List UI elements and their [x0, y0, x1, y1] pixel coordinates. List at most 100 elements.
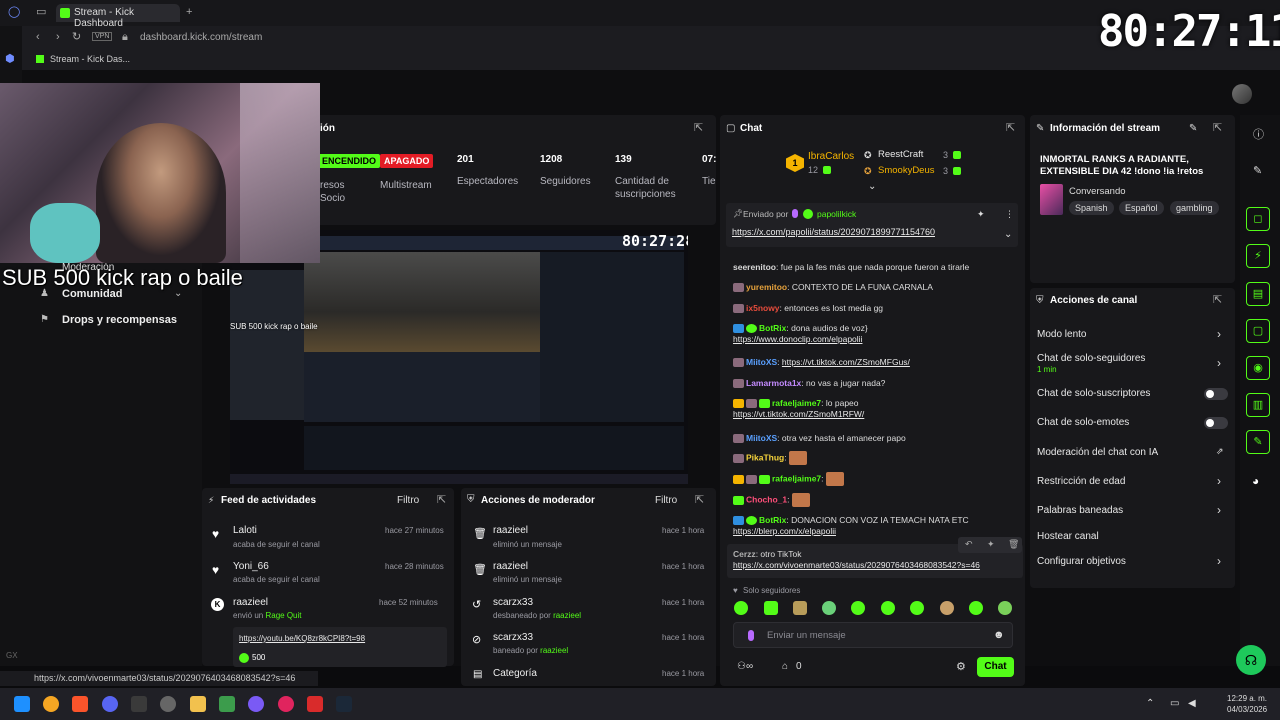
rail-layout-button[interactable]: ▥: [1246, 393, 1270, 417]
activity-user[interactable]: raazieel: [233, 597, 268, 608]
pencil-icon[interactable]: ✎: [1253, 164, 1262, 177]
taskbar-app-icon[interactable]: [248, 696, 264, 712]
obs-icon[interactable]: [160, 696, 176, 712]
chevron-right-icon[interactable]: ›: [1217, 356, 1221, 370]
edit-icon[interactable]: ✎: [1189, 123, 1197, 134]
tray-chevron-icon[interactable]: ⌃: [1146, 698, 1154, 709]
chevron-right-icon[interactable]: ›: [1217, 327, 1221, 341]
action-host-channel[interactable]: Hostear canal: [1037, 531, 1099, 542]
users-icon[interactable]: ⚇∞: [737, 661, 753, 672]
action-followers-only[interactable]: Chat de solo-seguidores: [1037, 353, 1145, 364]
taskbar-time[interactable]: 12:29 a. m.: [1227, 694, 1267, 703]
mod-user[interactable]: raazieel: [493, 561, 528, 572]
chat-link[interactable]: https://vt.tiktok.com/ZSmoM1RFW/: [733, 409, 864, 419]
opera-gx-icon[interactable]: [278, 696, 294, 712]
emote-icon[interactable]: [969, 601, 983, 615]
emote-icon[interactable]: [822, 601, 836, 615]
popout-icon[interactable]: ⇱: [1213, 295, 1222, 306]
bookmark-stream[interactable]: Stream - Kick Das...: [50, 54, 130, 64]
rail-list-button[interactable]: ▤: [1246, 282, 1270, 306]
emote-icon[interactable]: [734, 601, 748, 615]
mod-user[interactable]: scarzx33: [493, 632, 533, 643]
gamepad-icon[interactable]: [219, 696, 235, 712]
emote-icon[interactable]: [793, 601, 807, 615]
emote-icon[interactable]: [764, 601, 778, 615]
pin-icon[interactable]: ✦: [987, 540, 995, 549]
activity-user[interactable]: Laloti: [233, 525, 257, 536]
leader3-name[interactable]: SmookyDeus: [878, 165, 935, 176]
chat-link[interactable]: https://www.donoclip.com/elpapolii: [733, 334, 862, 344]
rail-bolt-button[interactable]: ⚡︎: [1246, 244, 1270, 268]
emote-icon[interactable]: [940, 601, 954, 615]
action-age-restriction[interactable]: Restricción de edad: [1037, 476, 1125, 487]
chevron-down-icon[interactable]: ⌄: [1004, 229, 1012, 240]
nav-item-drops[interactable]: Drops y recompensas: [62, 314, 177, 326]
file-explorer-icon[interactable]: [190, 696, 206, 712]
mod-filter-button[interactable]: Filtro: [655, 495, 677, 506]
chat-input[interactable]: Enviar un mensaje ☻: [733, 622, 1013, 648]
sidebar-gx-icon[interactable]: GX: [6, 652, 18, 660]
delete-icon[interactable]: 🗑︎: [1008, 540, 1019, 549]
chevron-expand-icon[interactable]: ⌄: [868, 181, 876, 192]
action-banned-words[interactable]: Palabras baneadas: [1037, 505, 1123, 516]
tag-chip[interactable]: gambling: [1170, 201, 1219, 215]
rail-kick-icon[interactable]: ◕: [1252, 474, 1259, 488]
chat-link[interactable]: https://vt.tiktok.com/ZSmoMFGus/: [782, 357, 910, 367]
chat-link[interactable]: https://blerp.com/x/elpapolii: [733, 526, 836, 536]
taskbar-app-icon[interactable]: [131, 696, 147, 712]
rail-chat-button[interactable]: ▢: [1246, 319, 1270, 343]
leader1-name[interactable]: IbraCarlos: [808, 151, 854, 162]
popout-icon[interactable]: ⇱: [1213, 123, 1222, 134]
popout-icon[interactable]: ⇱: [694, 123, 703, 134]
action-ai-moderation[interactable]: Moderación del chat con IA: [1037, 447, 1158, 458]
mod-user[interactable]: raazieel: [493, 525, 528, 536]
chevron-right-icon[interactable]: ›: [1217, 554, 1221, 568]
info-icon[interactable]: ⓘ: [1253, 126, 1264, 142]
emotes-only-toggle[interactable]: [1204, 417, 1228, 429]
tag-chip[interactable]: Español: [1119, 201, 1164, 215]
taskbar-date[interactable]: 04/03/2026: [1227, 705, 1267, 714]
emote-icon[interactable]: [998, 601, 1012, 615]
tab-stream-dashboard[interactable]: Stream - Kick Dashboard: [56, 4, 180, 29]
url-field[interactable]: dashboard.kick.com/stream: [140, 32, 262, 43]
action-configure-goals[interactable]: Configurar objetivos: [1037, 556, 1126, 567]
rail-tools-button[interactable]: ✎: [1246, 430, 1270, 454]
vpn-badge[interactable]: VPN: [92, 32, 113, 41]
emote-icon[interactable]: [851, 601, 865, 615]
activity-filter-button[interactable]: Filtro: [397, 495, 419, 506]
tag-chip[interactable]: Spanish: [1069, 201, 1114, 215]
discord-icon[interactable]: [102, 696, 118, 712]
category-name[interactable]: Conversando: [1069, 186, 1126, 197]
stream-preview[interactable]: 80:27:28 SUB 500 kick rap o baile: [230, 230, 688, 484]
external-link-icon[interactable]: ⇗: [1216, 446, 1224, 457]
settings-gear-icon[interactable]: ⚙: [956, 660, 966, 673]
reply-icon[interactable]: ↶: [965, 540, 973, 549]
gift-box-icon[interactable]: ⌂: [782, 661, 788, 672]
rail-broadcast-button[interactable]: ◉: [1246, 356, 1270, 380]
subs-only-toggle[interactable]: [1204, 388, 1228, 400]
popout-icon[interactable]: ⇱: [695, 495, 704, 506]
steam-icon[interactable]: [336, 696, 352, 712]
forward-icon[interactable]: ›: [56, 32, 60, 43]
pinned-link[interactable]: https://x.com/papolii/status/20290718997…: [732, 227, 935, 237]
taskbar-app-icon[interactable]: [307, 696, 323, 712]
sidebar-app-icon[interactable]: ⬢: [5, 54, 15, 65]
chevron-right-icon[interactable]: ›: [1217, 474, 1221, 488]
emote-icon[interactable]: [881, 601, 895, 615]
popout-icon[interactable]: ⇱: [1006, 123, 1015, 134]
activity-link[interactable]: https://youtu.be/KQ8zr8kCPI8?t=98: [239, 634, 365, 643]
leader2-name[interactable]: ReestCraft: [878, 149, 923, 160]
reload-icon[interactable]: ↻: [72, 32, 81, 43]
user-avatar[interactable]: [1232, 84, 1252, 104]
popout-icon[interactable]: ⇱: [437, 495, 446, 506]
mod-user[interactable]: scarzx33: [493, 597, 533, 608]
chat-link[interactable]: https://x.com/vivoenmarte03/status/20290…: [733, 560, 980, 570]
action-slow-mode[interactable]: Modo lento: [1037, 329, 1086, 340]
activity-user[interactable]: Yoni_66: [233, 561, 269, 572]
back-icon[interactable]: ‹: [36, 32, 40, 43]
emote-icon[interactable]: [910, 601, 924, 615]
volume-icon[interactable]: ◀︎: [1188, 698, 1196, 709]
more-icon[interactable]: ⋮: [1005, 209, 1014, 220]
network-icon[interactable]: ▭: [1170, 698, 1179, 709]
emoji-icon[interactable]: ☻: [993, 629, 1005, 641]
